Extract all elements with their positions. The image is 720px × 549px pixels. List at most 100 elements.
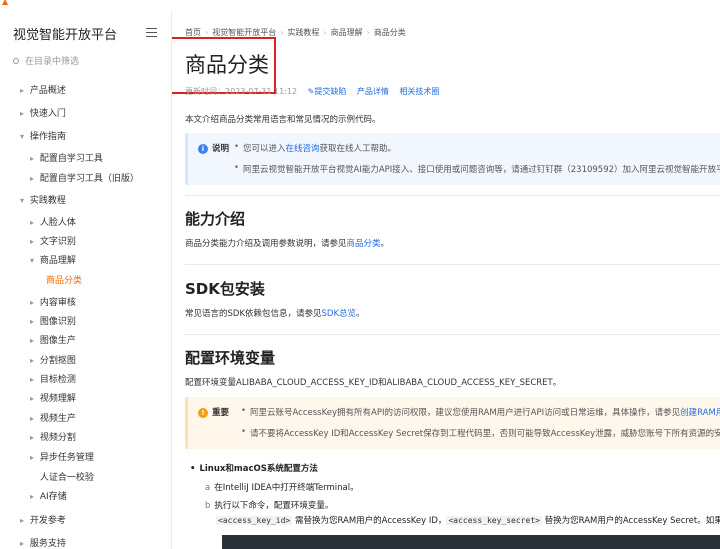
page-title: 商品分类 bbox=[185, 53, 269, 77]
chevron-right-icon: ▸ bbox=[29, 433, 34, 442]
code-access-key-id: <access_key_id> bbox=[216, 516, 293, 525]
sidebar-item-video-prod[interactable]: ▸ 视频生产 bbox=[27, 411, 76, 427]
note-box: i 说明 您可以进入在线咨询获取在线人工帮助。 阿里云视觉智能开放平台视觉AI能力… bbox=[185, 133, 720, 185]
sidebar-item-selflearn[interactable]: ▸ 配置自学习工具 bbox=[27, 151, 103, 167]
online-consult-link[interactable]: 在线咨询 bbox=[286, 144, 320, 154]
chevron-right-icon: ▸ bbox=[29, 298, 34, 307]
sdk-overview-link[interactable]: SDK总览 bbox=[322, 309, 357, 319]
sidebar-item-image-recog[interactable]: ▸ 图像识别 bbox=[27, 314, 76, 330]
chevron-right-icon: ▸ bbox=[29, 336, 34, 345]
create-ram-user-link[interactable]: 创建RAM用户 bbox=[680, 408, 720, 418]
sidebar-item-overview[interactable]: ▸ 产品概述 bbox=[17, 83, 66, 99]
sidebar-item-label: 视频理解 bbox=[39, 394, 76, 404]
top-strip: ▲ bbox=[0, 0, 720, 10]
sidebar-item-quickstart[interactable]: ▸ 快速入门 bbox=[17, 106, 66, 122]
code-access-key-secret: <access_key_secret> bbox=[446, 516, 542, 525]
menu-icon[interactable] bbox=[146, 28, 157, 37]
sidebar-item-ocr[interactable]: ▸ 文字识别 bbox=[27, 234, 76, 250]
product-detail-link[interactable]: 产品详情 bbox=[357, 87, 389, 96]
chevron-right-icon: ▸ bbox=[29, 356, 34, 365]
step-b-detail-1: 需替换为您RAM用户的AccessKey ID， bbox=[292, 516, 447, 526]
chevron-right-icon: ▸ bbox=[19, 86, 24, 95]
capability-text: 商品分类能力介绍及调用参数说明，请参见商品分类。 bbox=[185, 237, 389, 249]
capability-text-pre: 商品分类能力介绍及调用参数说明，请参见 bbox=[185, 239, 347, 249]
sidebar-item-image-prod[interactable]: ▸ 图像生产 bbox=[27, 333, 76, 349]
section-heading-env: 配置环境变量 bbox=[185, 349, 276, 367]
sidebar-item-segment[interactable]: ▸ 分割抠图 bbox=[27, 353, 76, 369]
tech-circle-link[interactable]: 相关技术圈 bbox=[399, 87, 439, 96]
info-icon: i bbox=[198, 144, 208, 154]
sidebar-item-face[interactable]: ▸ 人脸人体 bbox=[27, 215, 76, 231]
sidebar-item-label: 开发参考 bbox=[29, 516, 66, 526]
linux-config-title-text: Linux和macOS系统配置方法 bbox=[199, 464, 318, 474]
sidebar-item-audit[interactable]: ▸ 内容审核 bbox=[27, 295, 76, 311]
linux-step-b-detail: <access_key_id> 需替换为您RAM用户的AccessKey ID，… bbox=[216, 514, 720, 526]
bullet-icon: • bbox=[190, 464, 196, 474]
search-placeholder: 在目录中筛选 bbox=[25, 57, 80, 67]
sdk-text-pre: 常见语言的SDK依赖包信息，请参见 bbox=[185, 309, 322, 319]
capability-text-post: 。 bbox=[380, 239, 390, 249]
sidebar-item-label: 人证合一校验 bbox=[39, 473, 94, 483]
sidebar-item-label: 分割抠图 bbox=[39, 356, 76, 366]
sidebar-item-label: 目标检测 bbox=[39, 375, 76, 385]
section-divider bbox=[185, 264, 720, 265]
breadcrumb-current: 商品分类 bbox=[373, 28, 406, 37]
chevron-right-icon: ▸ bbox=[29, 414, 34, 423]
sidebar-item-goods-classify[interactable]: 商品分类 bbox=[36, 273, 82, 289]
submit-defect-label: 提交缺陷 bbox=[314, 87, 347, 96]
chevron-right-icon: ▸ bbox=[19, 109, 24, 118]
warning-header: ! 重要 bbox=[198, 406, 229, 418]
sidebar-item-guide[interactable]: ▾ 操作指南 bbox=[17, 129, 66, 145]
sidebar-item-ai-storage[interactable]: ▸ AI存储 bbox=[27, 489, 67, 505]
sidebar-item-label: 产品概述 bbox=[29, 86, 66, 96]
submit-defect-link[interactable]: ✎提交缺陷 bbox=[308, 87, 347, 96]
section-heading-sdk: SDK包安装 bbox=[185, 280, 265, 298]
breadcrumb-separator: › bbox=[205, 28, 209, 37]
sidebar-item-label: 异步任务管理 bbox=[39, 453, 94, 463]
step-a-text: 在IntelliJ IDEA中打开终端Terminal。 bbox=[214, 483, 359, 493]
warning-line-2: 请不要将AccessKey ID和AccessKey Secret保存到工程代码… bbox=[241, 427, 720, 439]
note-line-1-pre: 您可以进入 bbox=[243, 144, 286, 154]
sidebar-item-label: 人脸人体 bbox=[39, 218, 76, 228]
sidebar-item-support[interactable]: ▸ 服务支持 bbox=[17, 536, 66, 549]
sidebar-item-label: 图像生产 bbox=[39, 336, 76, 346]
sidebar-item-label: 操作指南 bbox=[29, 132, 66, 142]
sidebar-item-detect[interactable]: ▸ 目标检测 bbox=[27, 372, 76, 388]
sidebar-item-idcheck[interactable]: 人证合一校验 bbox=[27, 470, 94, 486]
note-line-1-post: 获取在线人工帮助。 bbox=[319, 144, 397, 154]
sidebar-item-video-understand[interactable]: ▸ 视频理解 bbox=[27, 391, 76, 407]
sidebar-title: 视觉智能开放平台 bbox=[13, 28, 118, 43]
chevron-down-icon: ▾ bbox=[29, 256, 34, 265]
note-line-1: 您可以进入在线咨询获取在线人工帮助。 bbox=[234, 142, 397, 154]
sidebar-item-label: 图像识别 bbox=[39, 317, 76, 327]
sidebar-item-selflearn-old[interactable]: ▸ 配置自学习工具（旧版） bbox=[27, 171, 139, 187]
note-label: 说明 bbox=[212, 144, 230, 154]
breadcrumb-goods[interactable]: 商品理解 bbox=[331, 28, 363, 37]
breadcrumb-platform[interactable]: 视觉智能开放平台 bbox=[212, 28, 276, 37]
sidebar-item-devref[interactable]: ▸ 开发参考 bbox=[17, 513, 66, 529]
chevron-right-icon: ▸ bbox=[29, 394, 34, 403]
breadcrumb-home[interactable]: 首页 bbox=[185, 28, 201, 37]
sidebar-item-video-seg[interactable]: ▸ 视频分割 bbox=[27, 430, 76, 446]
sidebar-item-label: 服务支持 bbox=[29, 539, 66, 549]
updated-time: 更新时间：2023-07-31 11:12 bbox=[185, 87, 298, 96]
page-meta: 更新时间：2023-07-31 11:12 ✎提交缺陷 产品详情 相关技术圈 bbox=[185, 86, 439, 97]
sidebar-item-tutorials[interactable]: ▾ 实践教程 bbox=[17, 193, 66, 209]
main-content: 首页 › 视觉智能开放平台 › 实践教程 › 商品理解 › 商品分类 商品分类 更新时间：202… bbox=[172, 10, 720, 549]
sdk-text-post: 。 bbox=[356, 309, 365, 319]
sidebar-item-label: 视频生产 bbox=[39, 414, 76, 424]
breadcrumb-separator: › bbox=[280, 28, 284, 37]
goods-classify-link[interactable]: 商品分类 bbox=[347, 239, 381, 249]
code-block[interactable] bbox=[222, 535, 720, 549]
warning-line-1-pre: 阿里云账号AccessKey拥有所有API的访问权限，建议您使用RAM用户进行A… bbox=[250, 408, 681, 418]
breadcrumb-tutorials[interactable]: 实践教程 bbox=[287, 28, 319, 37]
breadcrumb-separator: › bbox=[366, 28, 370, 37]
chevron-right-icon: ▸ bbox=[29, 174, 34, 183]
sidebar-item-label: 实践教程 bbox=[29, 196, 66, 206]
sidebar-item-label: 配置自学习工具（旧版） bbox=[39, 174, 139, 184]
step-b-marker: b bbox=[205, 501, 211, 511]
sidebar-search[interactable]: 在目录中筛选 bbox=[13, 54, 79, 68]
sidebar-item-async[interactable]: ▸ 异步任务管理 bbox=[27, 450, 94, 466]
sidebar-item-goods[interactable]: ▾ 商品理解 bbox=[27, 253, 76, 269]
chevron-right-icon: ▸ bbox=[29, 154, 34, 163]
